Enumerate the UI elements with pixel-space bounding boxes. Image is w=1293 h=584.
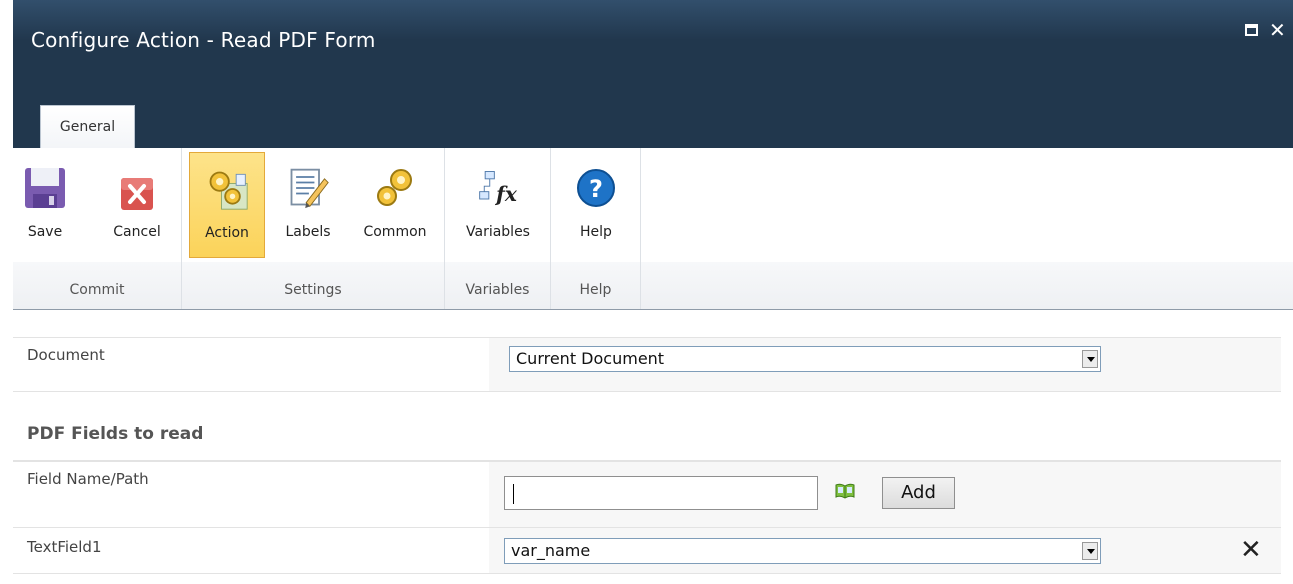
mapping-variable-value: var_name [511, 541, 591, 560]
help-icon: ? [574, 164, 618, 212]
ribbon-group-settings: Action Labels Common Settings [182, 148, 445, 309]
chevron-down-icon[interactable] [1082, 542, 1098, 560]
title-bar: Configure Action - Read PDF Form ✕ Gener… [13, 0, 1293, 148]
action-button[interactable]: Action [189, 152, 265, 258]
labels-notepad-icon [286, 164, 330, 212]
document-select[interactable]: Current Document [509, 346, 1101, 372]
field-name-row: Field Name/Path Add [13, 460, 1281, 527]
labels-button[interactable]: Labels [273, 152, 343, 258]
cancel-button[interactable]: Cancel [101, 152, 173, 258]
group-label-variables: Variables [465, 282, 530, 298]
help-button[interactable]: ? Help [561, 152, 631, 258]
group-label-help: Help [579, 282, 612, 298]
cancel-icon [115, 164, 159, 212]
text-cursor [513, 484, 514, 504]
ribbon: Save Cancel Commit Action Labels Common … [13, 148, 1293, 310]
svg-text:?: ? [589, 175, 603, 203]
ribbon-group-help: ? Help Help [551, 148, 641, 309]
group-label-settings: Settings [284, 282, 342, 298]
variables-button[interactable]: fx Variables [451, 152, 545, 258]
common-label: Common [363, 224, 427, 240]
common-button[interactable]: Common [353, 152, 437, 258]
mapping-variable-select[interactable]: var_name [504, 538, 1101, 564]
cancel-label: Cancel [113, 224, 161, 240]
mapping-row: TextField1 var_name ✕ [13, 527, 1281, 574]
tab-general-label: General [59, 119, 116, 135]
lookup-book-icon[interactable] [834, 482, 856, 504]
document-value-cell: Current Document [489, 338, 1281, 391]
ribbon-group-commit: Save Cancel Commit [13, 148, 182, 309]
help-label: Help [580, 224, 612, 240]
field-name-label: Field Name/Path [27, 470, 149, 488]
window-title: Configure Action - Read PDF Form [31, 28, 376, 52]
maximize-icon[interactable] [1245, 24, 1258, 36]
group-label-commit: Commit [69, 282, 125, 298]
mapping-value-cell: var_name ✕ [489, 528, 1281, 573]
variables-fx-icon: fx [476, 164, 520, 212]
add-button-label: Add [901, 482, 936, 503]
field-name-value-cell: Add [489, 462, 1281, 527]
save-button[interactable]: Save [19, 152, 71, 258]
ribbon-group-variables: fx Variables Variables [445, 148, 551, 309]
svg-text:fx: fx [494, 182, 518, 206]
remove-x-icon[interactable]: ✕ [1240, 537, 1262, 563]
action-gears-icon [205, 165, 249, 213]
section-title: PDF Fields to read [27, 424, 204, 444]
labels-label: Labels [285, 224, 331, 240]
save-icon [23, 164, 67, 212]
tab-general[interactable]: General [40, 105, 135, 148]
save-label: Save [27, 224, 63, 240]
close-icon[interactable]: ✕ [1269, 20, 1286, 40]
common-gears-icon [373, 164, 417, 212]
chevron-down-icon[interactable] [1082, 350, 1098, 368]
document-select-value: Current Document [516, 349, 665, 368]
document-row: Document Current Document [13, 337, 1281, 392]
document-label: Document [27, 346, 105, 364]
add-button[interactable]: Add [882, 477, 955, 509]
action-label: Action [205, 225, 249, 241]
field-name-input[interactable] [504, 476, 818, 510]
mapping-field-label: TextField1 [27, 538, 102, 556]
variables-label: Variables [466, 224, 530, 240]
